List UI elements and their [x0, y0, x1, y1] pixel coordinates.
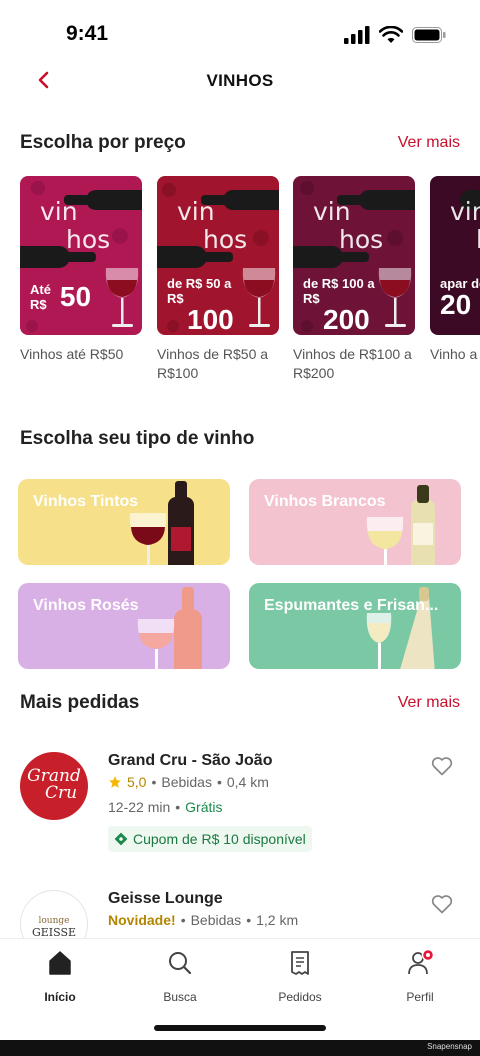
- restaurant-name: Geisse Lounge: [108, 890, 223, 907]
- tab-busca[interactable]: Busca: [140, 949, 220, 1004]
- star-icon: [109, 776, 121, 788]
- price-card-caption: Vinho a R$200: [430, 346, 480, 362]
- vinhos-brand-text: vinhos: [40, 197, 111, 254]
- type-label: Vinhos Tintos: [33, 493, 139, 510]
- type-label: Vinhos Brancos: [264, 493, 386, 510]
- restaurant-logo: lounge GEISSE: [20, 890, 88, 938]
- status-icons: [344, 26, 446, 44]
- price-tag: apar de R$ 20: [440, 276, 480, 320]
- coupon-tag-icon: [114, 832, 128, 846]
- battery-icon: [412, 27, 446, 43]
- price-section-header: Escolha por preço Ver mais: [20, 132, 460, 154]
- restaurant-meta-row: Novidade! • Bebidas • 1,2 km: [108, 912, 298, 928]
- restaurant-category: Bebidas: [190, 912, 242, 928]
- popular-see-more-link[interactable]: Ver mais: [398, 694, 460, 712]
- separator-dot: •: [246, 912, 252, 928]
- separator-dot: •: [151, 774, 157, 790]
- price-card-image: vin hos de R$ 100 a R$ 200: [293, 176, 415, 335]
- price-tag: Até R$ 50: [30, 281, 92, 312]
- price-carousel[interactable]: vin hos Até R$ 50 Vinhos até R$50 vin hos …: [20, 176, 480, 386]
- red-wine-illustration: [129, 481, 194, 565]
- price-tag: de R$ 50 a R$ 100: [167, 276, 234, 335]
- delivery-fee: Grátis: [185, 799, 223, 815]
- tab-label: Pedidos: [278, 990, 322, 1004]
- tab-perfil[interactable]: Perfil: [380, 948, 460, 1004]
- type-card-espumantes[interactable]: Espumantes e Frisan...: [249, 583, 461, 669]
- favorite-button[interactable]: [430, 892, 454, 916]
- tab-pedidos[interactable]: Pedidos: [260, 949, 340, 1004]
- separator-dot: •: [175, 799, 181, 815]
- heart-icon: [431, 895, 453, 914]
- type-label: Vinhos Rosés: [33, 597, 139, 614]
- white-wine-illustration: [366, 485, 435, 565]
- restaurant-card-geisse[interactable]: lounge GEISSE Geisse Lounge Novidade! • …: [20, 888, 460, 938]
- popular-section-header: Mais pedidas Ver mais: [20, 692, 460, 714]
- separator-dot: •: [216, 774, 222, 790]
- home-indicator: [154, 1025, 326, 1031]
- price-card-caption: Vinhos de R$50 a R$100: [157, 346, 269, 381]
- price-card-100-200[interactable]: vin hos de R$ 100 a R$ 200 Vinhos de R$10…: [293, 176, 415, 383]
- coupon-badge: Cupom de R$ 10 disponível: [108, 826, 312, 852]
- favorite-button[interactable]: [430, 754, 454, 778]
- tab-label: Busca: [163, 990, 197, 1004]
- price-card-image: vinhos apar de R$ 20: [430, 176, 480, 335]
- status-bar: 9:41: [0, 0, 480, 64]
- price-card-caption: Vinhos de R$100 a R$200: [293, 346, 412, 381]
- type-card-tintos[interactable]: Vinhos Tintos: [18, 479, 230, 565]
- price-card-50[interactable]: vin hos Até R$ 50 Vinhos até R$50: [20, 176, 142, 364]
- type-section-title: Escolha seu tipo de vinho: [20, 428, 255, 449]
- restaurant-meta-row: 5,0 • Bebidas • 0,4 km: [108, 774, 269, 790]
- tab-inicio[interactable]: Início: [20, 949, 100, 1004]
- restaurant-card-grand-cru[interactable]: Grand Cru Grand Cru - São João 5,0 • Beb…: [20, 750, 460, 860]
- restaurant-category: Bebidas: [161, 774, 212, 790]
- type-section-header: Escolha seu tipo de vinho: [20, 428, 460, 450]
- price-card-image: vin hos de R$ 50 a R$ 100: [157, 176, 279, 335]
- profile-icon: [408, 948, 435, 975]
- price-card-200-plus[interactable]: vinhos apar de R$ 20 Vinho a R$200: [430, 176, 480, 364]
- type-label: Espumantes e Frisan...: [264, 597, 439, 614]
- search-icon: [169, 952, 192, 975]
- price-card-caption: Vinhos até R$50: [20, 346, 124, 362]
- watermark-bar: Snapensnap: [0, 1040, 480, 1056]
- heart-icon: [431, 757, 453, 776]
- status-time: 9:41: [66, 22, 109, 45]
- restaurant-logo: Grand Cru: [20, 752, 88, 820]
- rose-wine-illustration: [137, 587, 202, 669]
- new-badge: Novidade!: [108, 912, 176, 928]
- coupon-text: Cupom de R$ 10 disponível: [133, 831, 306, 847]
- price-section-title: Escolha por preço: [20, 132, 186, 153]
- price-tag: de R$ 100 a R$ 200: [303, 276, 375, 335]
- restaurant-distance: 1,2 km: [256, 912, 299, 928]
- home-icon: [49, 951, 71, 975]
- restaurant-name: Grand Cru - São João: [108, 752, 273, 769]
- watermark-text: Snapensnap: [427, 1042, 472, 1051]
- type-card-roses[interactable]: Vinhos Rosés: [18, 583, 230, 669]
- restaurant-distance: 0,4 km: [226, 774, 269, 790]
- separator-dot: •: [180, 912, 186, 928]
- tab-label: Perfil: [406, 990, 434, 1004]
- price-card-image: vin hos Até R$ 50: [20, 176, 142, 335]
- delivery-time: 12-22 min: [108, 799, 171, 815]
- type-card-brancos[interactable]: Vinhos Brancos: [249, 479, 461, 565]
- sparkling-wine-illustration: [366, 587, 435, 669]
- popular-section-title: Mais pedidas: [20, 692, 140, 713]
- vinhos-brand-text: vinhos: [177, 197, 248, 254]
- price-see-more-link[interactable]: Ver mais: [398, 134, 460, 152]
- bottom-tab-bar: Início Busca Pedidos Perfil: [0, 938, 480, 1056]
- price-card-50-100[interactable]: vin hos de R$ 50 a R$ 100 Vinhos de R$50 …: [157, 176, 279, 383]
- cellular-signal-icon: [344, 26, 370, 44]
- restaurant-rating: 5,0: [127, 774, 147, 790]
- nav-bar: VINHOS: [0, 60, 480, 100]
- restaurant-delivery-row: 12-22 min • Grátis: [108, 799, 223, 815]
- wifi-icon: [379, 26, 403, 43]
- receipt-icon: [291, 951, 309, 975]
- tab-label: Início: [44, 990, 76, 1004]
- vinhos-brand-text: vinhos: [313, 197, 384, 254]
- page-title: VINHOS: [206, 71, 274, 90]
- vinhos-brand-text: vinhos: [450, 197, 480, 254]
